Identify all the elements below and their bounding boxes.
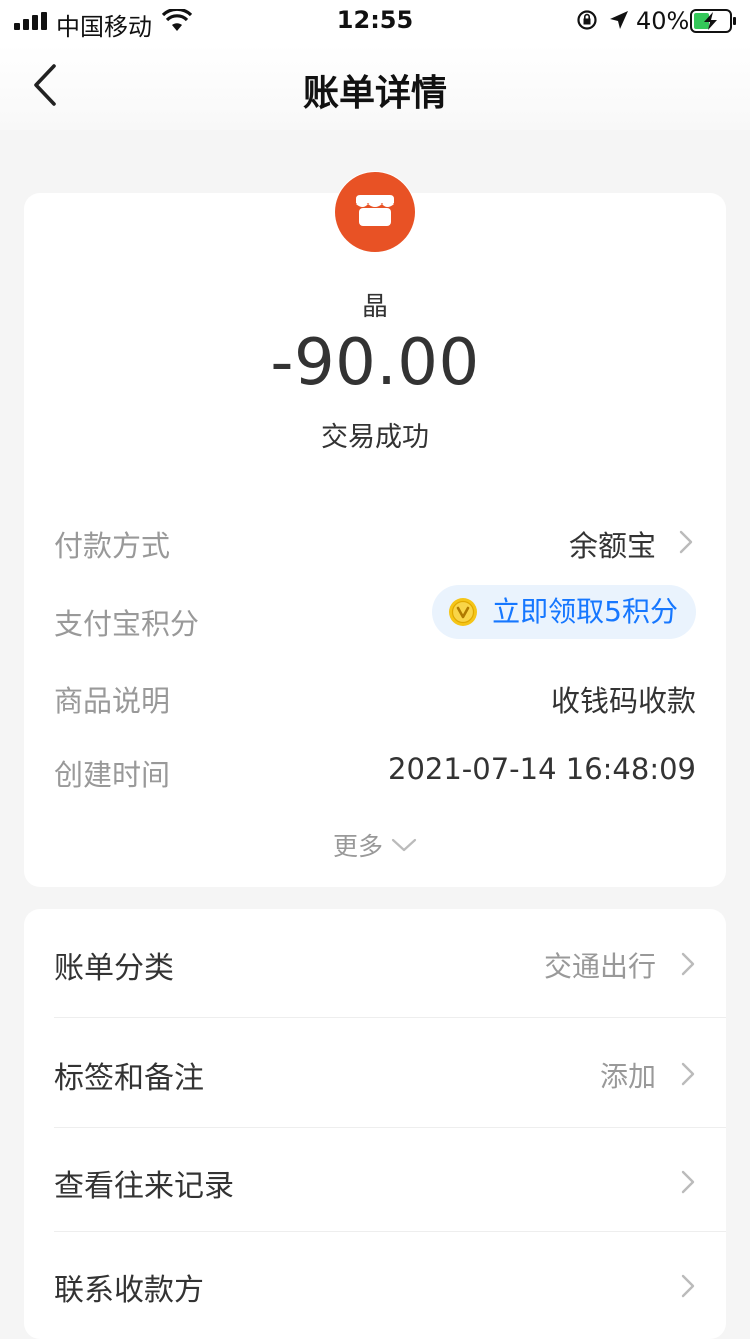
transaction-amount: -90.00 bbox=[270, 326, 480, 400]
navigation-bar: 账单详情 bbox=[0, 44, 750, 130]
goods-description-row: 商品说明 收钱码收款 bbox=[54, 674, 696, 718]
claim-points-label: 立即领取5积分 bbox=[492, 595, 678, 628]
tags-notes-label: 标签和备注 bbox=[54, 1061, 204, 1096]
chevron-right-icon bbox=[681, 1062, 695, 1086]
payment-method-row[interactable]: 付款方式 余额宝 bbox=[54, 519, 696, 563]
chevron-down-icon bbox=[391, 838, 417, 852]
merchant-avatar bbox=[334, 171, 416, 253]
goods-description-label: 商品说明 bbox=[54, 684, 171, 718]
merchant-name: 晶 bbox=[361, 292, 388, 322]
payment-method-value: 余额宝 bbox=[568, 529, 656, 563]
chevron-right-icon bbox=[681, 1274, 695, 1298]
bill-category-row[interactable]: 账单分类 交通出行 bbox=[54, 909, 726, 1017]
claim-points-button[interactable]: 立即领取5积分 bbox=[432, 585, 696, 639]
battery-percentage: 40% bbox=[636, 7, 690, 35]
created-time-label: 创建时间 bbox=[54, 758, 171, 792]
payment-method-label: 付款方式 bbox=[54, 529, 171, 563]
store-icon bbox=[356, 195, 394, 226]
points-label: 支付宝积分 bbox=[54, 607, 200, 641]
view-history-label: 查看往来记录 bbox=[54, 1169, 234, 1204]
more-label: 更多 bbox=[332, 832, 383, 861]
tags-notes-row[interactable]: 标签和备注 添加 bbox=[54, 1019, 726, 1127]
bill-category-value: 交通出行 bbox=[543, 950, 656, 983]
divider bbox=[54, 1017, 726, 1018]
page-title: 账单详情 bbox=[302, 73, 447, 114]
chevron-right-icon bbox=[679, 530, 693, 554]
more-details-toggle[interactable]: 更多 bbox=[24, 827, 726, 863]
status-bar: 中国移动 12:55 40% bbox=[0, 0, 750, 44]
contact-payee-row[interactable]: 联系收款方 bbox=[54, 1231, 726, 1339]
created-time-value: 2021-07-14 16:48:09 bbox=[388, 752, 696, 786]
contact-payee-label: 联系收款方 bbox=[54, 1273, 204, 1308]
transaction-status: 交易成功 bbox=[321, 422, 429, 453]
orientation-lock-icon bbox=[577, 10, 597, 30]
tags-notes-value: 添加 bbox=[599, 1060, 656, 1093]
battery-charging-icon bbox=[690, 9, 736, 33]
view-history-row[interactable]: 查看往来记录 bbox=[54, 1127, 726, 1235]
goods-description-value: 收钱码收款 bbox=[550, 684, 696, 718]
created-time-row: 创建时间 2021-07-14 16:48:09 bbox=[54, 748, 696, 792]
bill-category-label: 账单分类 bbox=[54, 951, 174, 986]
chevron-right-icon bbox=[681, 1170, 695, 1194]
coin-icon bbox=[449, 598, 478, 626]
location-arrow-icon bbox=[610, 11, 628, 29]
alipay-points-row: 支付宝积分 立即领取5积分 bbox=[54, 585, 696, 641]
bill-actions-card: 账单分类 交通出行 标签和备注 添加 查看往来记录 联系收款方 bbox=[24, 909, 726, 1339]
bill-summary-card: 晶 -90.00 交易成功 付款方式 余额宝 支付宝积分 立即领取5积分 商品说… bbox=[24, 171, 726, 887]
chevron-right-icon bbox=[681, 952, 695, 976]
